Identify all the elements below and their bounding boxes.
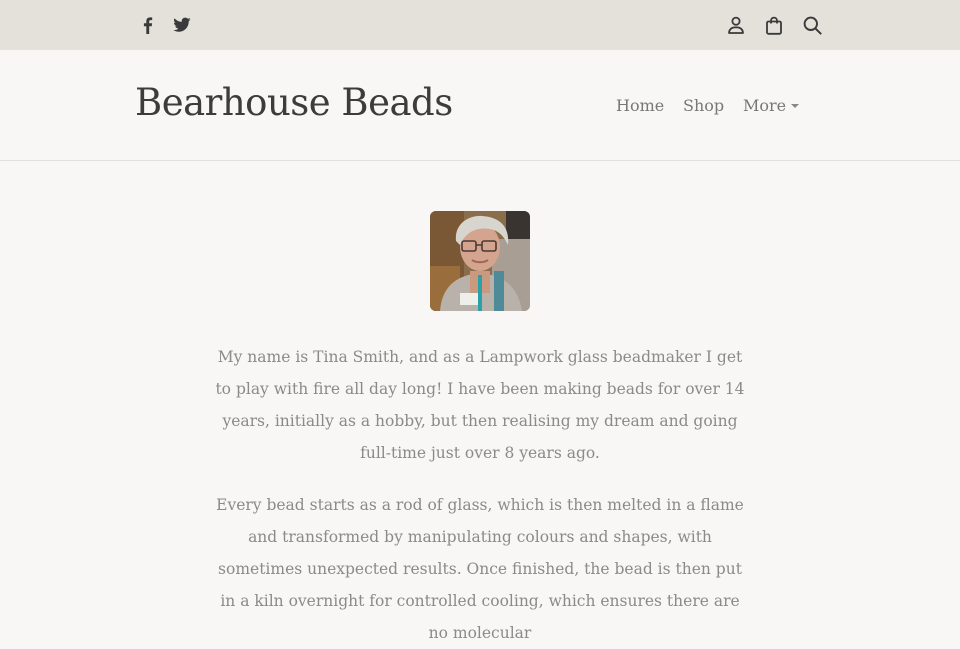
twitter-icon[interactable] <box>170 13 194 37</box>
intro-paragraph-2: Every bead starts as a rod of glass, whi… <box>216 496 744 642</box>
profile-photo <box>430 211 530 311</box>
site-title[interactable]: Bearhouse Beads <box>135 81 453 124</box>
main-content: My name is Tina Smith, and as a Lampwork… <box>0 161 960 642</box>
account-icon[interactable] <box>724 13 748 37</box>
intro-paragraph-1: My name is Tina Smith, and as a Lampwork… <box>215 348 745 462</box>
nav-shop[interactable]: Shop <box>683 96 724 115</box>
shopping-bag-icon[interactable] <box>762 13 786 37</box>
nav-home[interactable]: Home <box>616 96 664 115</box>
chevron-down-icon <box>791 104 800 108</box>
nav-more-label: More <box>743 96 787 115</box>
nav-more[interactable]: More <box>743 96 800 115</box>
search-icon[interactable] <box>800 13 824 37</box>
facebook-icon[interactable] <box>136 13 160 37</box>
site-header: Bearhouse Beads Home Shop More <box>0 50 960 161</box>
top-bar <box>0 0 960 50</box>
